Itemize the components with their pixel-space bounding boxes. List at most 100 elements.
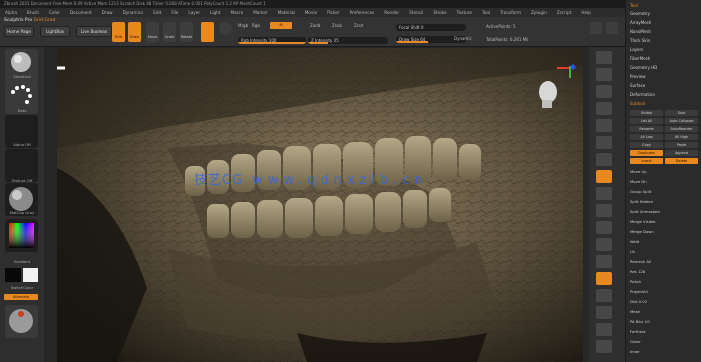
menu-zscript[interactable]: Zscript — [557, 10, 572, 15]
subtool-row-polish[interactable]: Polish — [630, 278, 700, 285]
aahalf-icon[interactable] — [596, 136, 612, 149]
subtool-row-move-up[interactable]: Move Up — [630, 168, 700, 175]
subtool-autoreorder-button[interactable]: AutoReorder — [665, 126, 698, 132]
subtool-row-remesh-all[interactable]: Remesh All — [630, 258, 700, 265]
mrgb-toggle[interactable]: Mrgb — [238, 23, 248, 28]
floor-icon[interactable] — [596, 170, 612, 183]
draw-button[interactable]: Draw — [128, 22, 141, 42]
rgb-toggle[interactable]: Rgb — [252, 23, 260, 28]
transp-icon[interactable] — [596, 289, 612, 302]
menu-material[interactable]: Material — [278, 10, 295, 15]
menu-light[interactable]: Light — [210, 10, 220, 15]
menu-zplugin[interactable]: Zplugin — [531, 10, 547, 15]
alternate-button[interactable]: Alternate — [4, 294, 38, 300]
menu-transform[interactable]: Transform — [500, 10, 521, 15]
tool-item-fibermesh[interactable]: FiberMesh — [630, 55, 700, 62]
tool-item-geometry-hd[interactable]: Geometry HD — [630, 64, 700, 71]
subtool-all-high-button[interactable]: All High — [665, 134, 698, 140]
dynamic-toggle[interactable]: Dynamic — [454, 36, 472, 41]
tool-item-layers[interactable]: Layers — [630, 46, 700, 53]
menu-dynamics[interactable]: Dynamics — [123, 10, 144, 15]
menu-macro[interactable]: Macro — [231, 10, 244, 15]
menu-tool[interactable]: Tool — [482, 10, 490, 15]
subtool-row-weld[interactable]: Weld — [630, 238, 700, 245]
tool-item-surface[interactable]: Surface — [630, 82, 700, 89]
menu-movie[interactable]: Movie — [305, 10, 317, 15]
main-color-swatch[interactable] — [5, 268, 21, 282]
subtool-header[interactable]: Subtool — [630, 100, 700, 107]
lightbox-button[interactable]: LightBox — [40, 26, 70, 37]
move-button[interactable]: Move — [146, 22, 159, 42]
z-intensity-slider[interactable]: Z Intensity 25 — [308, 37, 388, 44]
subtool-row-inner[interactable]: Inner — [630, 348, 700, 355]
subtool-row-res-128[interactable]: Res 128 — [630, 268, 700, 275]
menu-edit[interactable]: Edit — [153, 10, 161, 15]
scroll-icon[interactable] — [596, 85, 612, 98]
red-wax-material-slot[interactable] — [5, 305, 38, 338]
subtool-row-farthest[interactable]: Farthest — [630, 328, 700, 335]
sculptris-button[interactable] — [201, 22, 214, 42]
menu-document[interactable]: Document — [70, 10, 92, 15]
tool-item-deformation[interactable]: Deformation — [630, 91, 700, 98]
subtool-row-split-hidden[interactable]: Split Hidden — [630, 198, 700, 205]
menu-texture[interactable]: Texture — [457, 10, 472, 15]
live-boolean-button[interactable]: Live Boolean — [76, 26, 112, 37]
tool-item-arraymesh[interactable]: ArrayMesh — [630, 19, 700, 26]
move-icon[interactable] — [596, 221, 612, 234]
dynamic-persp-icon[interactable] — [596, 153, 612, 166]
scale-icon[interactable] — [596, 238, 612, 251]
projection-master-icon[interactable] — [606, 22, 618, 34]
subtool-row-pa-blur-10[interactable]: PA Blur 10 — [630, 318, 700, 325]
zsub-toggle[interactable]: Zsub — [332, 23, 342, 28]
menu-alpha[interactable]: Alpha — [5, 10, 17, 15]
ghost-icon[interactable] — [596, 306, 612, 319]
spix-icon[interactable] — [596, 68, 612, 81]
menu-color[interactable]: Color — [49, 10, 60, 15]
menu-preferences[interactable]: Preferences — [350, 10, 375, 15]
subtool-rename-button[interactable]: Rename — [630, 126, 663, 132]
menu-stencil[interactable]: Stencil — [409, 10, 423, 15]
menu-draw[interactable]: Draw — [102, 10, 113, 15]
xpose-icon[interactable] — [596, 340, 612, 353]
bpr-icon[interactable] — [596, 51, 612, 64]
color-picker[interactable] — [5, 219, 38, 252]
tool-item-thick-skin[interactable]: Thick Skin — [630, 37, 700, 44]
tool-palette-header[interactable]: Tool — [630, 2, 700, 9]
subtool-row-mean[interactable]: Mean — [630, 308, 700, 315]
m-toggle[interactable]: M — [270, 22, 292, 29]
spotlight-icon[interactable] — [590, 22, 602, 34]
rgb-intensity-slider[interactable]: Rgb Intensity 100 — [238, 37, 306, 44]
subtool-row-split-unmasked[interactable]: Split Unmasked — [630, 208, 700, 215]
subtool-delete-button[interactable]: Delete — [665, 158, 698, 164]
subtool-all-low-button[interactable]: All Low — [630, 134, 663, 140]
polyf-icon[interactable] — [596, 272, 612, 285]
zadd-toggle[interactable]: Zadd — [310, 23, 320, 28]
canvas-viewport[interactable]: 技艺CG www.qdnxzlb.cn — [57, 48, 583, 362]
subtool-insert-button[interactable]: Insert — [630, 158, 663, 164]
subtool-auto-collapse-button[interactable]: Auto Collapse — [665, 118, 698, 124]
rotate-button[interactable]: Rotate — [180, 22, 193, 42]
zoom-icon[interactable] — [596, 102, 612, 115]
zcut-toggle[interactable]: Zcut — [354, 23, 363, 28]
material-sphere-icon[interactable] — [219, 22, 232, 35]
scale-button[interactable]: Scale — [163, 22, 176, 42]
subtool-list-all-button[interactable]: List All — [630, 118, 663, 124]
menu-brush[interactable]: Brush — [27, 10, 39, 15]
menu-picker[interactable]: Picker — [327, 10, 339, 15]
subtool-copy-button[interactable]: Copy — [630, 142, 663, 148]
tool-item-geometry[interactable]: Geometry — [630, 10, 700, 17]
subtool-row-projectall[interactable]: ProjectAll — [630, 288, 700, 295]
menu-marker[interactable]: Marker — [253, 10, 267, 15]
tool-item-preview[interactable]: Preview — [630, 73, 700, 80]
menu-file[interactable]: File — [171, 10, 178, 15]
local-icon[interactable] — [596, 187, 612, 200]
subtool-row-outer[interactable]: Outer — [630, 338, 700, 345]
subtool-solo-button[interactable]: Solo — [665, 110, 698, 116]
subtool-row-merge-down[interactable]: Merge Down — [630, 228, 700, 235]
solo-icon[interactable] — [596, 323, 612, 336]
focal-shift-slider[interactable]: Focal Shift 0 — [396, 24, 466, 31]
actual-icon[interactable] — [596, 119, 612, 132]
tool-item-nanomesh[interactable]: NanoMesh — [630, 28, 700, 35]
subtool-duplicate-button[interactable]: Duplicate — [630, 150, 663, 156]
menu-stroke[interactable]: Stroke — [433, 10, 446, 15]
